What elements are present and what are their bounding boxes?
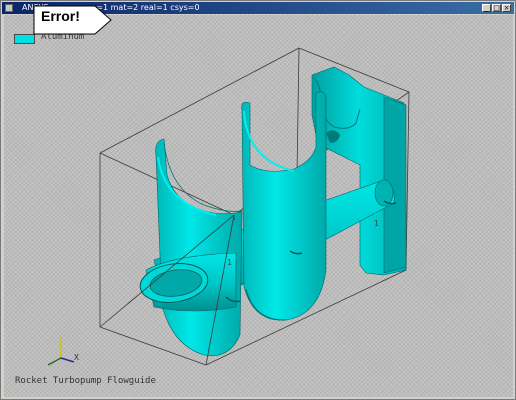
graphics-viewport[interactable]: 1 1 X Aluminum Rocket Turbopump Flowguid… [4, 15, 513, 397]
maximize-button[interactable]: □ [492, 4, 501, 12]
minimize-button[interactable]: _ [482, 4, 491, 12]
model-scene: 1 1 X [47, 47, 410, 366]
front-shell-part [155, 138, 243, 357]
ansys-graphics-window: ANSYS ype=1 mat=2 real=1 csys=0 _ □ × [0, 0, 516, 400]
model-caption: Rocket Turbopump Flowguide [15, 376, 156, 386]
legend-color-swatch [14, 34, 35, 44]
coordinate-triad: X [47, 337, 79, 366]
node-marker-2: 1 [374, 219, 379, 228]
error-callout-text: Error! [41, 8, 80, 24]
node-marker-1: 1 [227, 258, 232, 267]
triad-axis-label: X [74, 353, 79, 362]
close-button[interactable]: × [502, 4, 511, 12]
middle-shell-part [241, 91, 327, 321]
ansys-app-icon [5, 4, 13, 12]
